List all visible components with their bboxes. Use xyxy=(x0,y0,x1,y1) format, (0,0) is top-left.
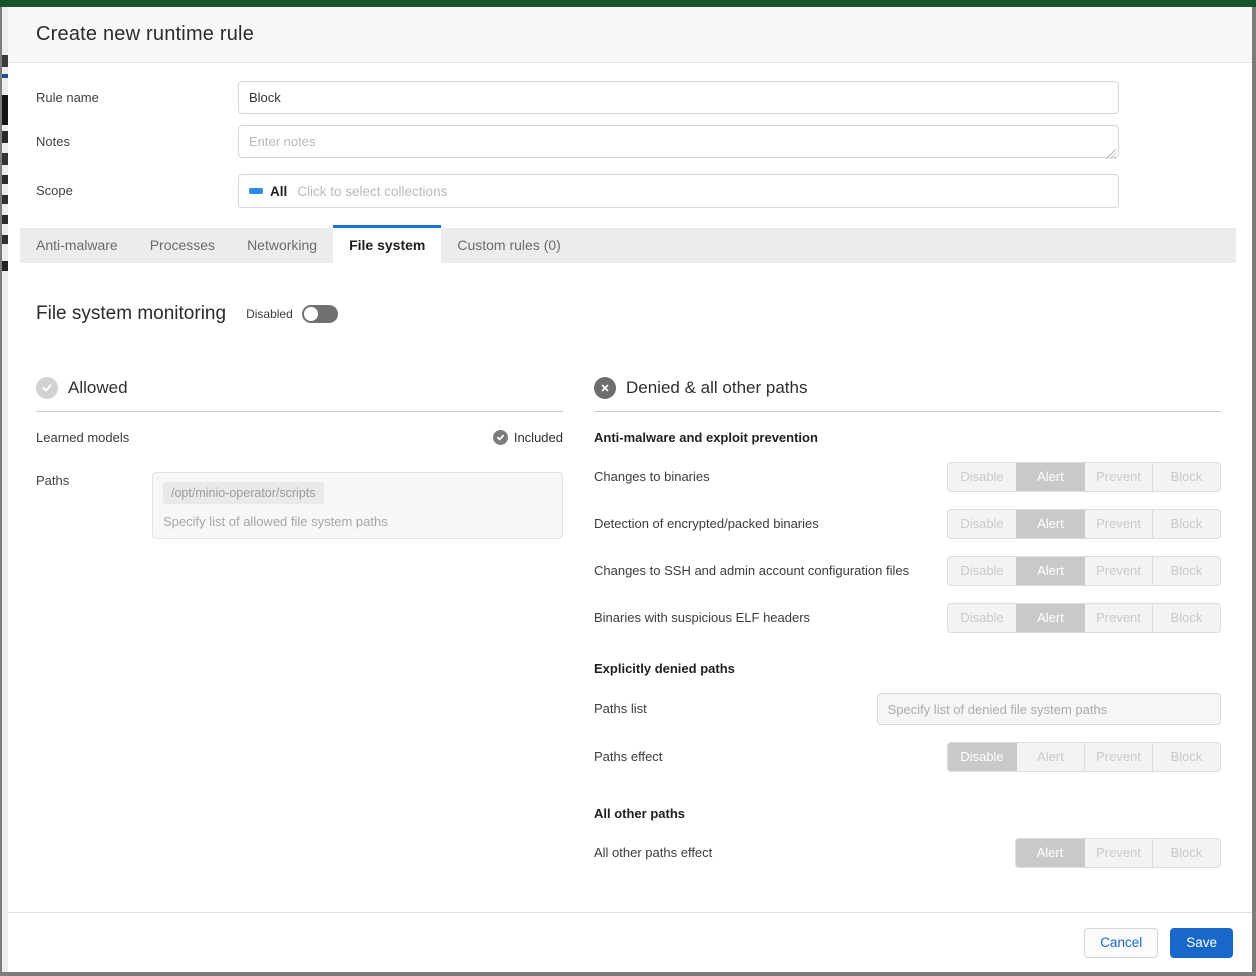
scope-collections-input[interactable]: All Click to select collections xyxy=(238,174,1119,208)
encrypted-binaries-label: Detection of encrypted/packed binaries xyxy=(594,514,934,534)
allowed-section: Allowed Learned models Included Paths /o… xyxy=(36,377,563,868)
elf-headers-effect-selector: DisableAlertPreventBlock xyxy=(947,603,1221,633)
ssh-admin-config-row: Changes to SSH and admin account configu… xyxy=(594,556,1221,586)
rule-form: Rule name Notes Scope All Click to selec… xyxy=(8,63,1252,208)
check-circle-icon xyxy=(36,377,58,399)
encrypted-binaries-effect-selector: DisableAlertPreventBlock xyxy=(947,509,1221,539)
window-border-bottom xyxy=(0,972,1256,976)
denied-section: Denied & all other paths Anti-malware an… xyxy=(594,377,1221,868)
toggle-knob xyxy=(304,307,318,321)
allowed-title: Allowed xyxy=(68,378,128,398)
dialog-header: Create new runtime rule xyxy=(8,7,1252,63)
scope-label: Scope xyxy=(36,174,238,207)
allowed-paths-label: Paths xyxy=(36,472,152,539)
tab-anti-malware[interactable]: Anti-malware xyxy=(20,228,134,263)
allowed-paths-placeholder: Specify list of allowed file system path… xyxy=(163,514,552,529)
effect-option-disable[interactable]: Disable xyxy=(948,743,1016,771)
learned-models-row: Learned models Included xyxy=(36,430,563,445)
notes-input[interactable] xyxy=(238,125,1119,158)
all-other-paths-effect-label: All other paths effect xyxy=(594,843,934,863)
effect-option-prevent[interactable]: Prevent xyxy=(1084,557,1152,585)
ssh-admin-config-label: Changes to SSH and admin account configu… xyxy=(594,561,924,581)
effect-option-alert[interactable]: Alert xyxy=(1016,463,1084,491)
scope-chip-all: All xyxy=(270,184,287,199)
paths-effect-selector: DisableAlertPreventBlock xyxy=(947,742,1221,772)
denied-title: Denied & all other paths xyxy=(626,378,807,398)
learned-models-status: Included xyxy=(487,430,563,445)
effect-option-block[interactable]: Block xyxy=(1152,557,1220,585)
x-circle-icon xyxy=(594,377,616,399)
denied-paths-list-row: Paths list xyxy=(594,693,1221,725)
allowed-paths-row: Paths /opt/minio-operator/scripts Specif… xyxy=(36,472,563,539)
effect-option-block[interactable]: Block xyxy=(1152,743,1220,771)
effect-option-prevent[interactable]: Prevent xyxy=(1084,839,1152,867)
effect-option-alert[interactable]: Alert xyxy=(1016,839,1084,867)
all-other-paths-subheader: All other paths xyxy=(594,806,1221,821)
effect-option-alert[interactable]: Alert xyxy=(1016,510,1084,538)
file-system-monitoring-row: File system monitoring Disabled xyxy=(36,303,1252,325)
changes-to-binaries-effect-selector: DisableAlertPreventBlock xyxy=(947,462,1221,492)
denied-paths-list-input[interactable] xyxy=(877,693,1221,725)
rule-name-label: Rule name xyxy=(36,81,238,114)
cancel-button[interactable]: Cancel xyxy=(1084,928,1158,958)
effect-option-prevent[interactable]: Prevent xyxy=(1084,743,1152,771)
collection-dash-icon xyxy=(249,188,263,194)
included-check-icon xyxy=(493,430,508,445)
save-button[interactable]: Save xyxy=(1170,928,1233,958)
effect-option-alert[interactable]: Alert xyxy=(1016,743,1084,771)
file-system-monitoring-toggle[interactable] xyxy=(302,305,338,323)
allowed-paths-input[interactable]: /opt/minio-operator/scripts Specify list… xyxy=(152,472,563,539)
rule-name-input[interactable] xyxy=(238,81,1119,114)
rule-name-row: Rule name xyxy=(36,81,1224,114)
top-green-bar xyxy=(0,0,1256,7)
notes-label: Notes xyxy=(36,125,238,158)
all-other-paths-effect-selector: AlertPreventBlock xyxy=(1015,838,1221,868)
denied-section-header: Denied & all other paths xyxy=(594,377,1221,412)
denied-paths-list-label: Paths list xyxy=(594,699,877,719)
file-system-monitoring-title: File system monitoring xyxy=(36,303,226,325)
effect-option-disable[interactable]: Disable xyxy=(948,557,1016,585)
scope-placeholder: Click to select collections xyxy=(297,184,447,199)
tab-custom-rules[interactable]: Custom rules (0) xyxy=(441,228,576,263)
changes-to-binaries-row: Changes to binaries DisableAlertPreventB… xyxy=(594,462,1221,492)
rule-tabs: Anti-malware Processes Networking File s… xyxy=(20,228,1236,263)
changes-to-binaries-label: Changes to binaries xyxy=(594,467,934,487)
elf-headers-row: Binaries with suspicious ELF headers Dis… xyxy=(594,603,1221,633)
allowed-path-chip[interactable]: /opt/minio-operator/scripts xyxy=(163,482,324,504)
anti-malware-subheader: Anti-malware and exploit prevention xyxy=(594,430,1221,445)
learned-models-label: Learned models xyxy=(36,430,129,445)
effect-option-disable[interactable]: Disable xyxy=(948,463,1016,491)
effect-option-prevent[interactable]: Prevent xyxy=(1084,463,1152,491)
all-other-paths-effect-row: All other paths effect AlertPreventBlock xyxy=(594,838,1221,868)
window-border-right xyxy=(1252,7,1256,976)
effect-option-block[interactable]: Block xyxy=(1152,604,1220,632)
paths-effect-label: Paths effect xyxy=(594,747,934,767)
create-runtime-rule-dialog: Create new runtime rule Rule name Notes … xyxy=(8,7,1252,972)
tab-processes[interactable]: Processes xyxy=(134,228,231,263)
window-border-left xyxy=(0,7,2,976)
effect-option-block[interactable]: Block xyxy=(1152,463,1220,491)
scope-row: Scope All Click to select collections xyxy=(36,174,1224,208)
monitoring-state-label: Disabled xyxy=(246,307,293,321)
effect-option-alert[interactable]: Alert xyxy=(1016,557,1084,585)
effect-option-prevent[interactable]: Prevent xyxy=(1084,510,1152,538)
dialog-title: Create new runtime rule xyxy=(36,23,254,46)
allowed-section-header: Allowed xyxy=(36,377,563,412)
notes-row: Notes xyxy=(36,125,1224,163)
tab-networking[interactable]: Networking xyxy=(231,228,333,263)
effect-option-block[interactable]: Block xyxy=(1152,510,1220,538)
effect-option-disable[interactable]: Disable xyxy=(948,510,1016,538)
explicitly-denied-subheader: Explicitly denied paths xyxy=(594,661,1221,676)
dialog-footer: Cancel Save xyxy=(8,912,1252,972)
tab-file-system[interactable]: File system xyxy=(333,228,441,263)
effect-option-alert[interactable]: Alert xyxy=(1016,604,1084,632)
effect-option-block[interactable]: Block xyxy=(1152,839,1220,867)
encrypted-binaries-row: Detection of encrypted/packed binaries D… xyxy=(594,509,1221,539)
paths-effect-row: Paths effect DisableAlertPreventBlock xyxy=(594,742,1221,772)
ssh-admin-config-effect-selector: DisableAlertPreventBlock xyxy=(947,556,1221,586)
elf-headers-label: Binaries with suspicious ELF headers xyxy=(594,608,934,628)
included-label: Included xyxy=(514,430,563,445)
effect-option-prevent[interactable]: Prevent xyxy=(1084,604,1152,632)
effect-option-disable[interactable]: Disable xyxy=(948,604,1016,632)
